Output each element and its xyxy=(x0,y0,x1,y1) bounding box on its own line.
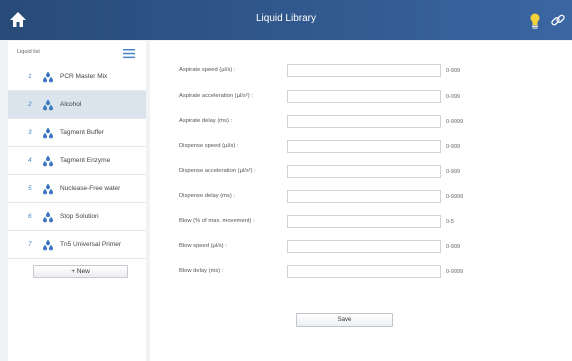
list-item-tagment-buffer[interactable]: 3 Tagment Buffer xyxy=(8,119,146,147)
aspirate-acceleration-input[interactable] xyxy=(287,90,441,103)
droplets-icon xyxy=(42,98,54,111)
item-number: 1 xyxy=(28,73,32,80)
liquid-list-panel: Liquid list 1 PCR Master Mix 2 Alcohol 3… xyxy=(8,41,146,361)
liquid-list: 1 PCR Master Mix 2 Alcohol 3 Tagment Buf… xyxy=(8,63,146,259)
aspirate-speed-range: 0-999 xyxy=(446,68,461,74)
lightbulb-icon[interactable] xyxy=(528,12,542,30)
droplets-icon xyxy=(42,210,54,223)
liquid-list-label: Liquid list xyxy=(17,49,40,55)
blow-speed-range: 0-999 xyxy=(446,244,461,250)
dispense-speed-input[interactable] xyxy=(287,140,441,153)
dispense-acceleration-range: 0-999 xyxy=(446,169,461,175)
item-number: 3 xyxy=(28,129,32,136)
droplets-icon xyxy=(42,70,54,83)
blow-speed-input[interactable] xyxy=(287,240,441,253)
top-bar: Liquid Library xyxy=(0,0,572,40)
liquid-parameters-form: Aspirate speed (µl/s) : 0-999 Aspirate a… xyxy=(150,41,572,361)
dispense-delay-range: 0-9999 xyxy=(446,194,464,200)
new-liquid-button[interactable]: + New xyxy=(33,265,128,278)
blow-label: Blow (% of max. movement) : xyxy=(179,218,255,224)
droplets-icon xyxy=(42,154,54,167)
item-number: 2 xyxy=(28,101,32,108)
item-number: 4 xyxy=(28,157,32,164)
list-item-stop-solution[interactable]: 6 Stop Solution xyxy=(8,203,146,231)
item-number: 5 xyxy=(28,185,32,192)
droplets-icon xyxy=(42,126,54,139)
list-item-pcr-master-mix[interactable]: 1 PCR Master Mix xyxy=(8,63,146,91)
blow-range: 0-5 xyxy=(446,219,454,225)
item-label: PCR Master Mix xyxy=(60,73,108,80)
aspirate-acceleration-range: 0-999 xyxy=(446,94,461,100)
item-label: Alcohol xyxy=(60,101,82,108)
page-title: Liquid Library xyxy=(255,13,317,24)
item-label: Tn5 Universal Primer xyxy=(60,241,122,248)
link-icon[interactable] xyxy=(550,12,566,28)
item-label: Tagment Buffer xyxy=(60,129,104,136)
save-button[interactable]: Save xyxy=(296,313,393,327)
blow-delay-input[interactable] xyxy=(287,265,441,278)
dispense-acceleration-input[interactable] xyxy=(287,165,441,178)
aspirate-speed-input[interactable] xyxy=(287,64,441,77)
dispense-speed-label: Dispense speed (µl/s) : xyxy=(179,143,239,149)
droplets-icon xyxy=(42,182,54,195)
item-label: Stop Solution xyxy=(60,213,99,220)
blow-delay-range: 0-9999 xyxy=(446,269,464,275)
aspirate-delay-label: Aspirate delay (ms) : xyxy=(179,118,233,124)
dispense-speed-range: 0-999 xyxy=(446,144,461,150)
aspirate-delay-range: 0-9999 xyxy=(446,119,464,125)
item-label: Tagment Enzyme xyxy=(60,157,111,164)
dispense-delay-input[interactable] xyxy=(287,190,441,203)
aspirate-acceleration-label: Aspirate acceleration (µl/s²) : xyxy=(179,93,253,99)
droplets-icon xyxy=(42,238,54,251)
blow-input[interactable] xyxy=(287,215,441,228)
hamburger-menu-icon[interactable] xyxy=(122,46,136,59)
list-item-nuclease-free-water[interactable]: 5 Nuclease-Free water xyxy=(8,175,146,203)
blow-speed-label: Blow speed (µl/s) : xyxy=(179,243,227,249)
list-item-tn5-universal-primer[interactable]: 7 Tn5 Universal Primer xyxy=(8,231,146,259)
item-number: 7 xyxy=(28,241,32,248)
list-item-tagment-enzyme[interactable]: 4 Tagment Enzyme xyxy=(8,147,146,175)
list-item-alcohol[interactable]: 2 Alcohol xyxy=(8,91,146,119)
liquid-list-header: Liquid list xyxy=(8,41,146,63)
item-number: 6 xyxy=(28,213,32,220)
aspirate-speed-label: Aspirate speed (µl/s) : xyxy=(179,67,236,73)
dispense-acceleration-label: Dispense acceleration (µl/s²) : xyxy=(179,168,256,174)
blow-delay-label: Blow delay (ms) : xyxy=(179,268,224,274)
dispense-delay-label: Dispense delay (ms) : xyxy=(179,193,236,199)
item-label: Nuclease-Free water xyxy=(60,185,121,192)
aspirate-delay-input[interactable] xyxy=(287,115,441,128)
